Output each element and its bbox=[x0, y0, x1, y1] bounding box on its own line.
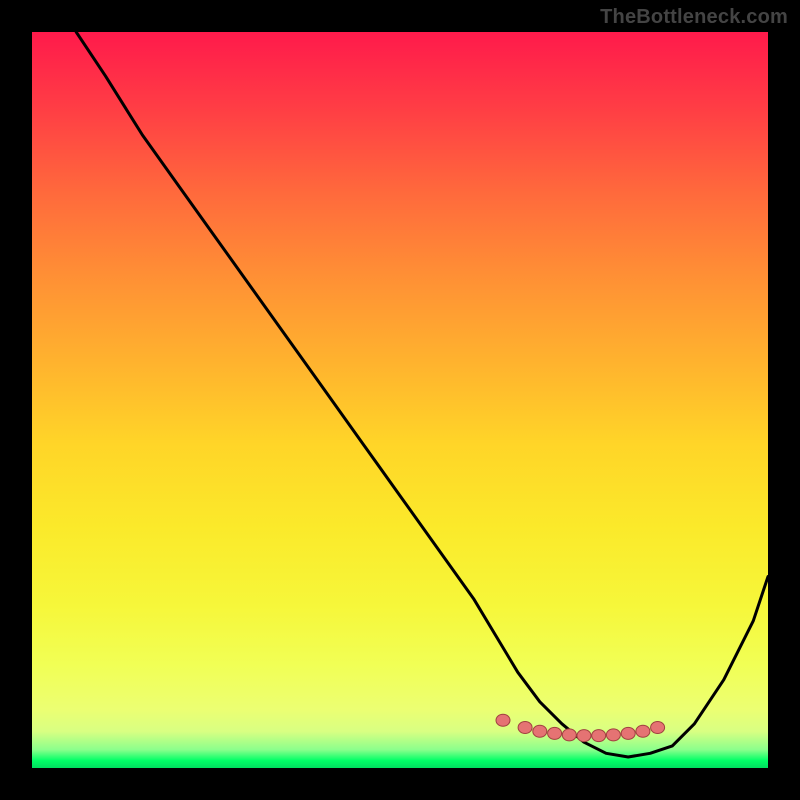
plot-area bbox=[32, 32, 768, 768]
optimal-marker bbox=[606, 729, 620, 741]
outer-frame: TheBottleneck.com bbox=[0, 0, 800, 800]
optimal-marker bbox=[518, 722, 532, 734]
optimal-marker bbox=[651, 722, 665, 734]
optimal-marker bbox=[636, 725, 650, 737]
watermark-text: TheBottleneck.com bbox=[600, 6, 788, 29]
optimal-range-markers bbox=[496, 714, 665, 741]
optimal-marker bbox=[577, 730, 591, 742]
optimal-marker bbox=[621, 727, 635, 739]
bottleneck-curve bbox=[76, 32, 768, 757]
optimal-marker bbox=[548, 727, 562, 739]
optimal-marker bbox=[533, 725, 547, 737]
optimal-marker bbox=[562, 729, 576, 741]
optimal-marker bbox=[496, 714, 510, 726]
curve-layer bbox=[32, 32, 768, 768]
optimal-marker bbox=[592, 730, 606, 742]
